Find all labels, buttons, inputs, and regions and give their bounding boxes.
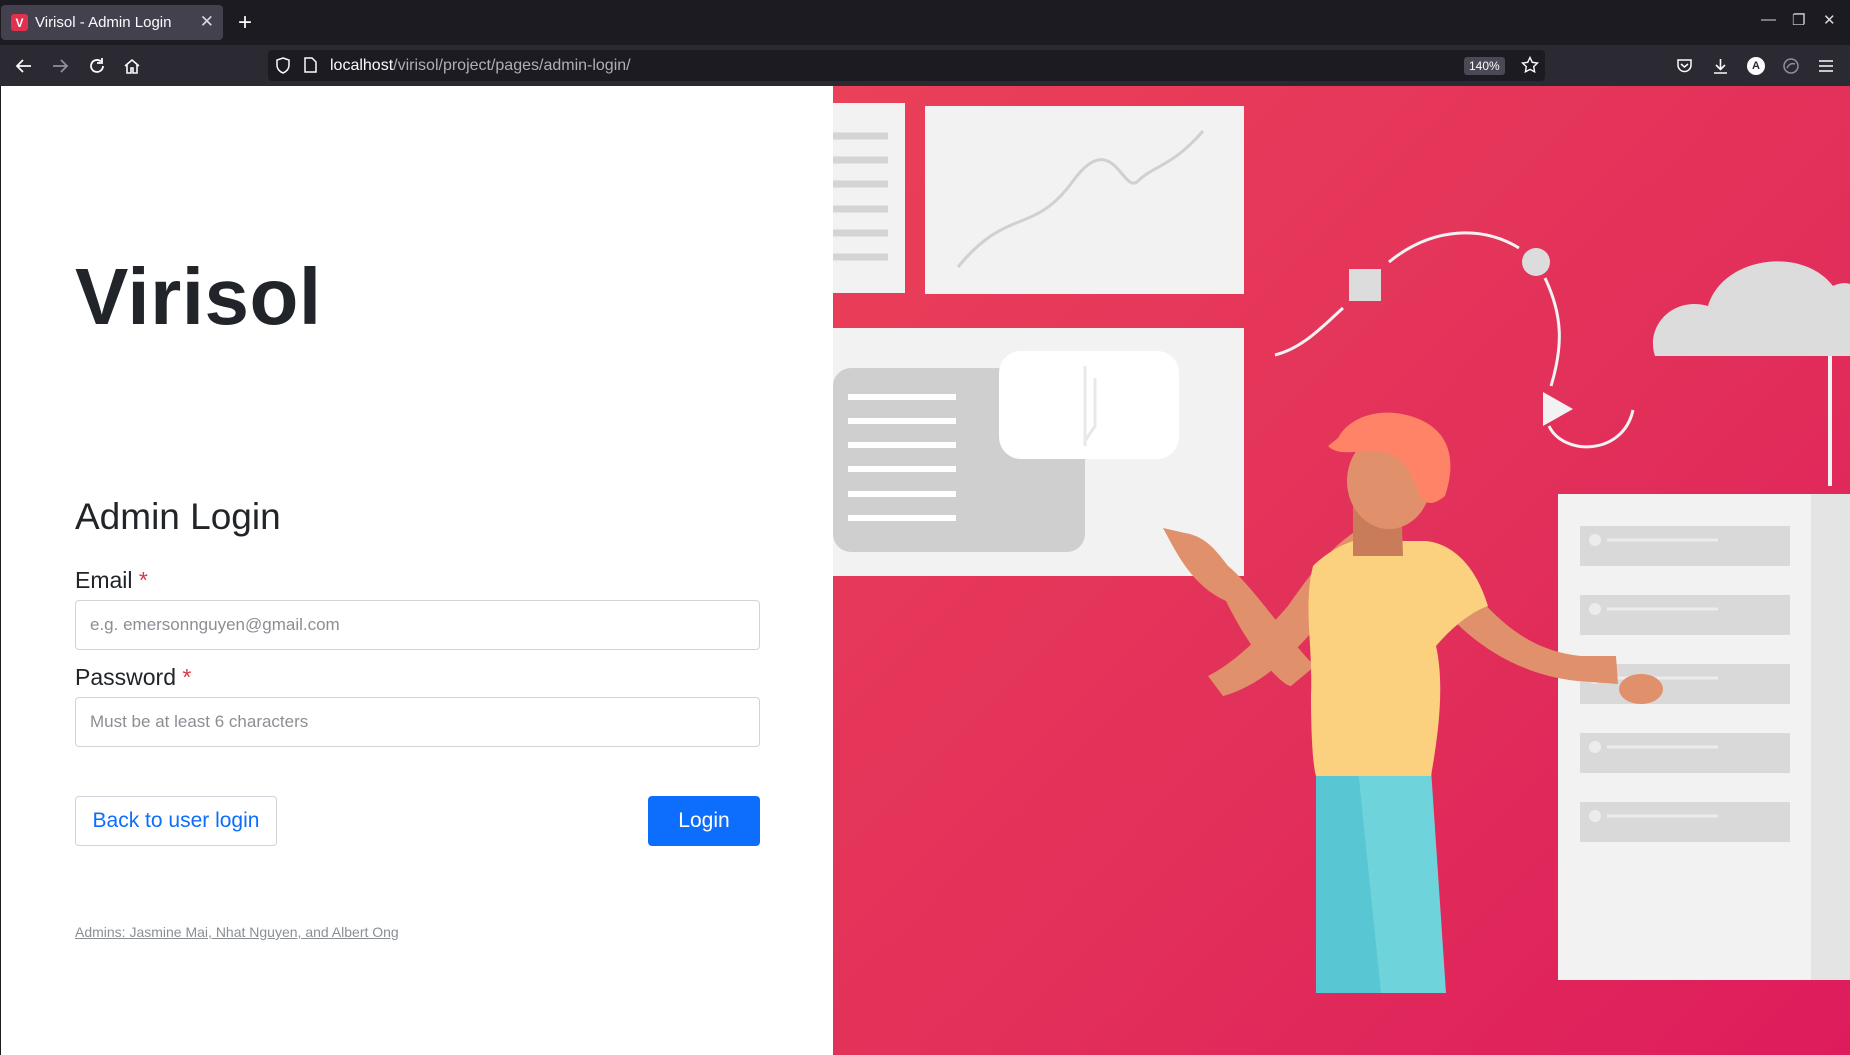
email-label: Email * [75, 567, 148, 594]
back-to-user-login-button[interactable]: Back to user login [75, 796, 277, 846]
circle-node [1522, 248, 1550, 276]
home-icon[interactable] [117, 51, 147, 81]
star-icon[interactable] [1520, 55, 1540, 79]
play-node [1543, 392, 1573, 426]
browser-tab[interactable]: V Virisol - Admin Login ✕ [1, 5, 223, 40]
account-icon[interactable]: A [1741, 51, 1771, 81]
url-text[interactable]: localhost/virisol/project/pages/admin-lo… [330, 57, 631, 75]
required-marker: * [138, 567, 148, 593]
new-tab-icon[interactable]: + [235, 8, 255, 38]
close-window-icon[interactable]: ✕ [1823, 11, 1836, 29]
minimize-icon[interactable]: — [1761, 11, 1776, 28]
account-letter: A [1747, 57, 1765, 75]
tab-title: Virisol - Admin Login [35, 14, 172, 31]
shield-icon[interactable] [275, 57, 291, 79]
cloud-shape [1652, 261, 1850, 356]
extension-icon[interactable] [1776, 51, 1806, 81]
password-label-text: Password [75, 664, 176, 690]
chart-card [925, 106, 1244, 294]
login-panel: Virisol Admin Login Email * Password * B… [0, 86, 833, 1055]
zoom-level[interactable]: 140% [1464, 57, 1505, 75]
hero-illustration [833, 86, 1850, 1055]
admins-credit-link[interactable]: Admins: Jasmine Mai, Nhat Nguyen, and Al… [75, 924, 399, 940]
page-viewport: Virisol Admin Login Email * Password * B… [0, 86, 1850, 1055]
url-path: /virisol/project/pages/admin-login/ [393, 57, 631, 74]
url-host: localhost [330, 57, 394, 74]
download-icon[interactable] [1705, 51, 1735, 81]
login-button[interactable]: Login [648, 796, 760, 846]
pocket-icon[interactable] [1669, 51, 1699, 81]
page-icon[interactable] [304, 57, 317, 78]
brand-title: Virisol [75, 252, 322, 341]
navigation-toolbar: localhost/virisol/project/pages/admin-lo… [0, 45, 1850, 86]
tab-strip: V Virisol - Admin Login ✕ + — ❐ ✕ [0, 0, 1850, 45]
form-title: Admin Login [75, 496, 281, 537]
favicon-icon: V [11, 14, 28, 31]
speech-bubble [999, 351, 1179, 459]
email-label-text: Email [75, 567, 133, 593]
square-node [1349, 269, 1381, 301]
address-bar[interactable]: localhost/virisol/project/pages/admin-lo… [268, 50, 1545, 81]
password-field[interactable] [75, 697, 760, 747]
reload-icon[interactable] [82, 51, 112, 81]
illustration-svg [833, 103, 1850, 993]
restore-icon[interactable]: ❐ [1792, 11, 1805, 29]
text-card [833, 103, 905, 293]
required-marker: * [182, 664, 192, 690]
back-icon[interactable] [9, 51, 39, 81]
close-tab-icon[interactable]: ✕ [200, 12, 214, 32]
password-label: Password * [75, 664, 191, 691]
email-field[interactable] [75, 600, 760, 650]
forward-icon[interactable] [45, 51, 75, 81]
menu-icon[interactable] [1811, 51, 1841, 81]
